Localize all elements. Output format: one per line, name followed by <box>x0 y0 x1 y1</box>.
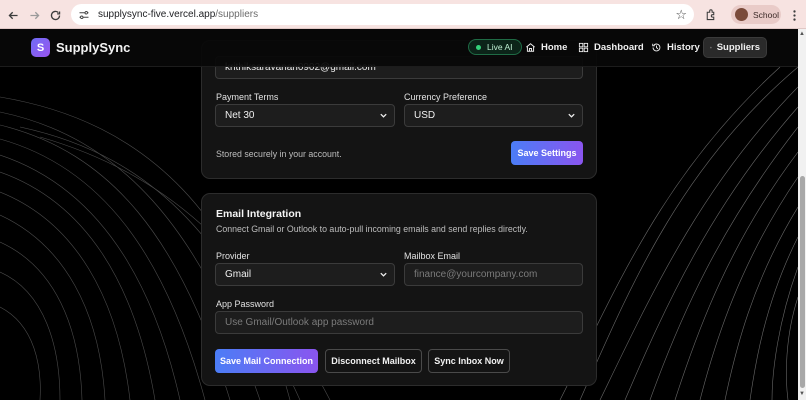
provider-value: Gmail <box>225 269 252 280</box>
save-mail-connection-button[interactable]: Save Mail Connection <box>215 349 318 373</box>
app-password-label: App Password <box>216 299 275 309</box>
forward-icon[interactable] <box>24 5 44 25</box>
live-ai-label: Live AI <box>487 42 513 52</box>
bookmark-star-icon[interactable]: ☆ <box>675 7 687 23</box>
avatar <box>735 8 748 21</box>
site-settings-icon[interactable] <box>77 8 91 22</box>
browser-toolbar: supplysync-five.vercel.app/suppliers ☆ S… <box>0 0 806 29</box>
payment-terms-select[interactable]: Net 30 <box>215 104 395 127</box>
mailbox-email-input[interactable]: finance@yourcompany.com <box>404 263 583 286</box>
mailbox-email-label: Mailbox Email <box>404 251 461 261</box>
nav-home[interactable]: Home <box>519 37 573 58</box>
address-bar[interactable]: supplysync-five.vercel.app/suppliers ☆ <box>71 4 694 25</box>
nav-dashboard[interactable]: Dashboard <box>572 37 650 58</box>
disconnect-mailbox-button[interactable]: Disconnect Mailbox <box>325 349 422 373</box>
nav-history[interactable]: History <box>645 37 706 58</box>
nav-suppliers-label: Suppliers <box>716 42 760 53</box>
scroll-up-icon[interactable]: ▲ <box>799 31 805 37</box>
currency-label: Currency Preference <box>404 92 488 102</box>
currency-select[interactable]: USD <box>404 104 583 127</box>
nav-home-label: Home <box>541 42 568 53</box>
profile-chip[interactable]: School <box>731 5 781 24</box>
payment-terms-value: Net 30 <box>225 110 255 121</box>
email-integration-card: Email Integration Connect Gmail or Outlo… <box>201 193 597 386</box>
email-integration-title: Email Integration <box>216 208 302 220</box>
live-ai-badge: Live AI <box>468 39 522 55</box>
currency-value: USD <box>414 110 436 121</box>
extensions-icon[interactable] <box>700 5 720 25</box>
suppliers-icon <box>710 46 712 49</box>
sync-inbox-button[interactable]: Sync Inbox Now <box>428 349 510 373</box>
app-navbar: S SupplySync Live AI Home Dashboard Hist… <box>0 29 798 67</box>
app-password-input[interactable]: Use Gmail/Outlook app password <box>215 311 583 334</box>
home-icon <box>526 43 535 52</box>
mailbox-email-placeholder: finance@yourcompany.com <box>414 269 538 280</box>
scrollbar-thumb[interactable] <box>800 176 805 388</box>
app-password-placeholder: Use Gmail/Outlook app password <box>225 317 374 328</box>
nav-dashboard-label: Dashboard <box>594 42 644 53</box>
nav-suppliers[interactable]: Suppliers <box>703 37 767 58</box>
dashboard-icon <box>578 42 589 53</box>
back-icon[interactable] <box>3 5 23 25</box>
reload-icon[interactable] <box>45 5 65 25</box>
scroll-down-icon[interactable]: ▼ <box>799 391 805 397</box>
profile-label: School <box>753 9 779 20</box>
provider-select[interactable]: Gmail <box>215 263 395 286</box>
stored-securely-note: Stored securely in your account. <box>216 149 342 159</box>
email-integration-description: Connect Gmail or Outlook to auto-pull in… <box>216 224 528 234</box>
payment-terms-label: Payment Terms <box>216 92 279 102</box>
chevron-down-icon <box>380 113 387 118</box>
provider-label: Provider <box>216 251 250 261</box>
live-dot-icon <box>476 44 481 50</box>
brand-name[interactable]: SupplySync <box>56 40 130 55</box>
history-icon <box>652 43 661 52</box>
save-settings-button[interactable]: Save Settings <box>511 141 583 165</box>
url-text: supplysync-five.vercel.app/suppliers <box>98 9 259 20</box>
logo-icon[interactable]: S <box>31 38 50 57</box>
chevron-down-icon <box>380 272 387 277</box>
chevron-down-icon <box>568 113 575 118</box>
nav-history-label: History <box>667 42 700 53</box>
browser-menu-icon[interactable] <box>784 5 804 25</box>
